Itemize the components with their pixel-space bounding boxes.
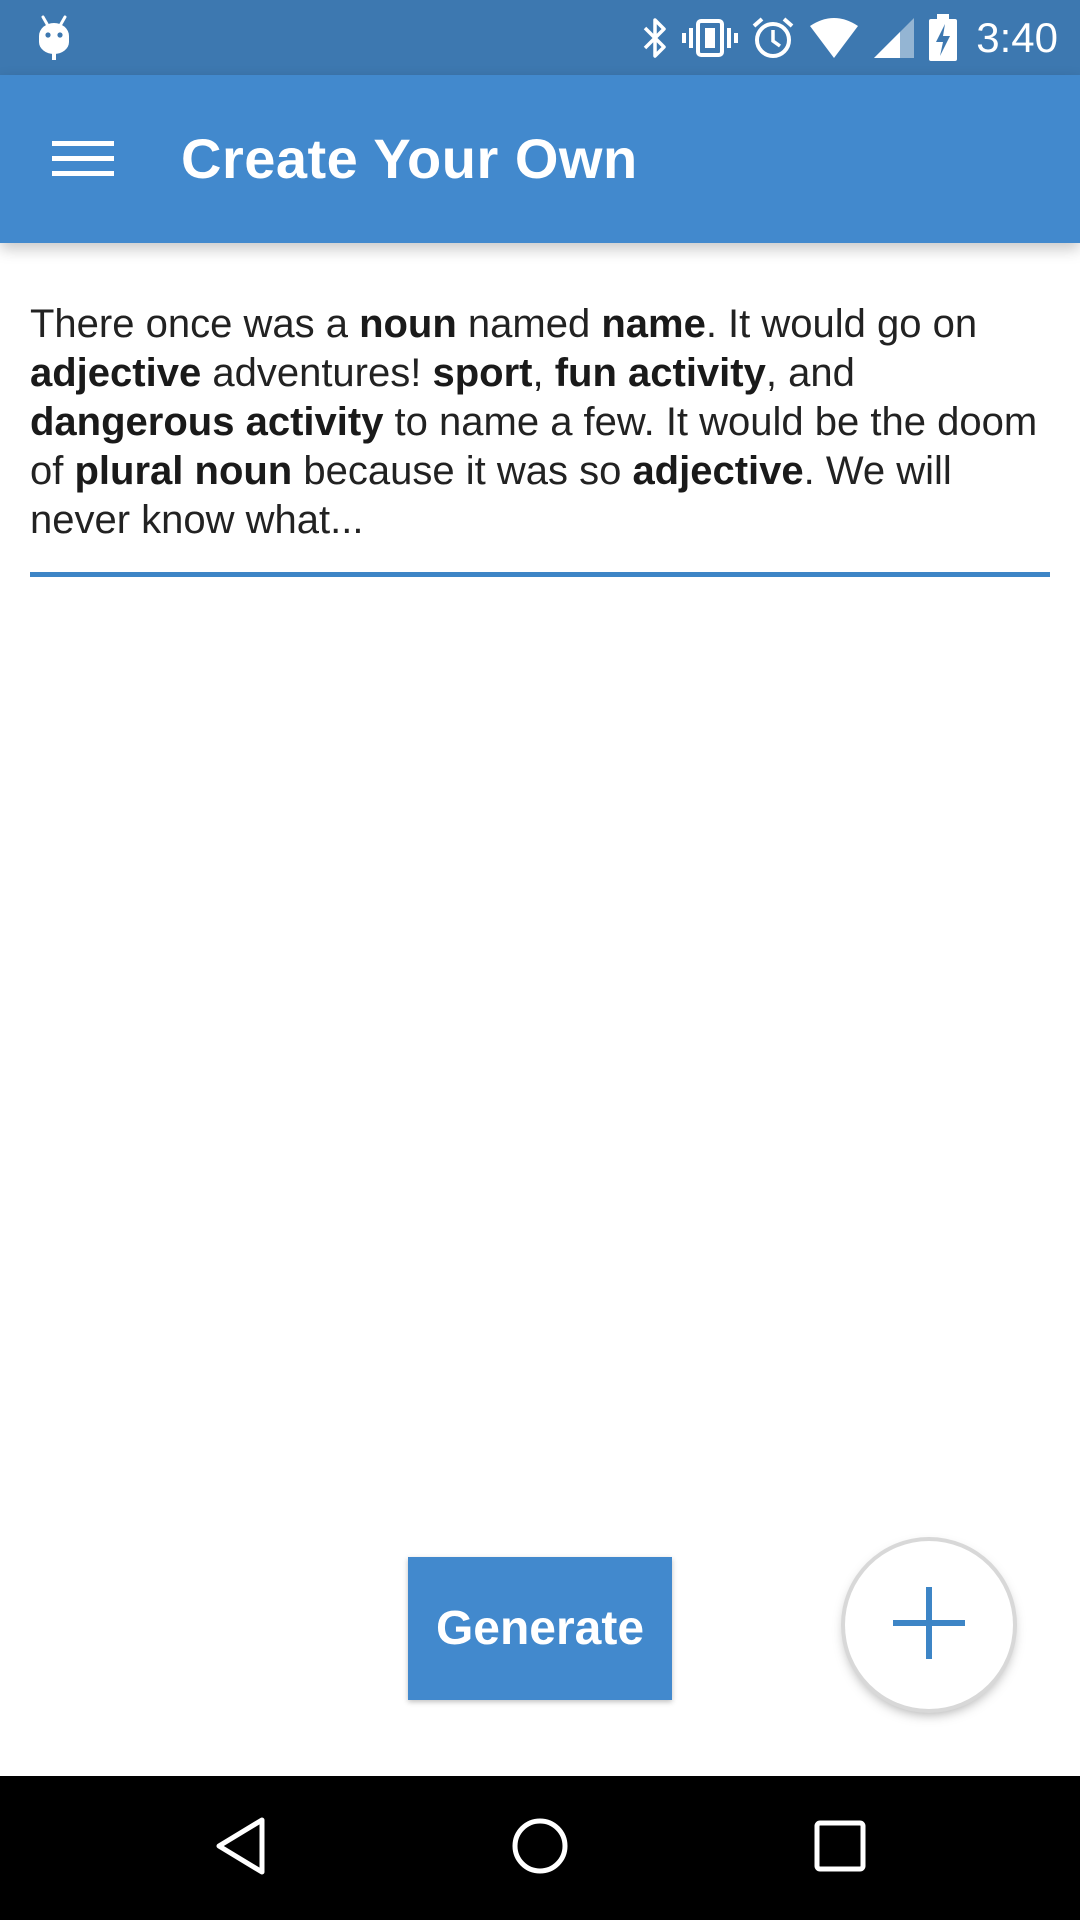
story-placeholder-word: name [601,302,706,346]
status-bar: 3:40 [0,0,1080,75]
story-placeholder-word: fun activity [554,351,766,395]
story-text-segment: adventures! [201,351,433,395]
system-nav-bar [0,1776,1080,1920]
generate-button[interactable]: Generate [408,1557,672,1700]
story-text-segment: because it was so [292,449,633,493]
story-placeholder-word: adjective [30,351,202,395]
story-text-field[interactable]: There once was a noun named name. It wou… [30,300,1050,545]
signal-icon [872,16,916,60]
wifi-icon [808,16,860,60]
nav-recents-button[interactable] [760,1776,920,1920]
story-text-segment: , and [765,351,855,395]
story-placeholder-word: dangerous activity [30,400,384,444]
story-text-segment: , [532,351,555,395]
app-bar: Create Your Own [0,75,1080,243]
add-fab-button[interactable] [845,1541,1013,1709]
page-title: Create Your Own [181,127,638,190]
back-triangle-icon [212,1815,268,1882]
story-text-segment: There once was a [30,302,360,346]
story-placeholder-word: sport [432,351,533,395]
story-text-segment: named [456,302,602,346]
recents-square-icon [812,1818,868,1879]
alarm-icon [750,16,796,60]
plus-icon [889,1583,969,1668]
story-placeholder-word: plural noun [74,449,293,493]
home-circle-icon [510,1816,570,1881]
status-icons: 3:40 [640,0,1058,75]
hamburger-menu-icon[interactable] [40,122,126,196]
story-placeholder-word: noun [359,302,457,346]
status-time: 3:40 [976,13,1058,61]
story-placeholder-word: adjective [632,449,804,493]
vibrate-icon [682,16,739,60]
bluetooth-icon [640,16,670,60]
android-debug-icon [34,14,74,65]
story-text-segment: . It would go on [705,302,978,346]
battery-charging-icon [928,13,958,62]
nav-back-button[interactable] [160,1776,320,1920]
nav-home-button[interactable] [460,1776,620,1920]
story-field-underline [30,572,1050,577]
